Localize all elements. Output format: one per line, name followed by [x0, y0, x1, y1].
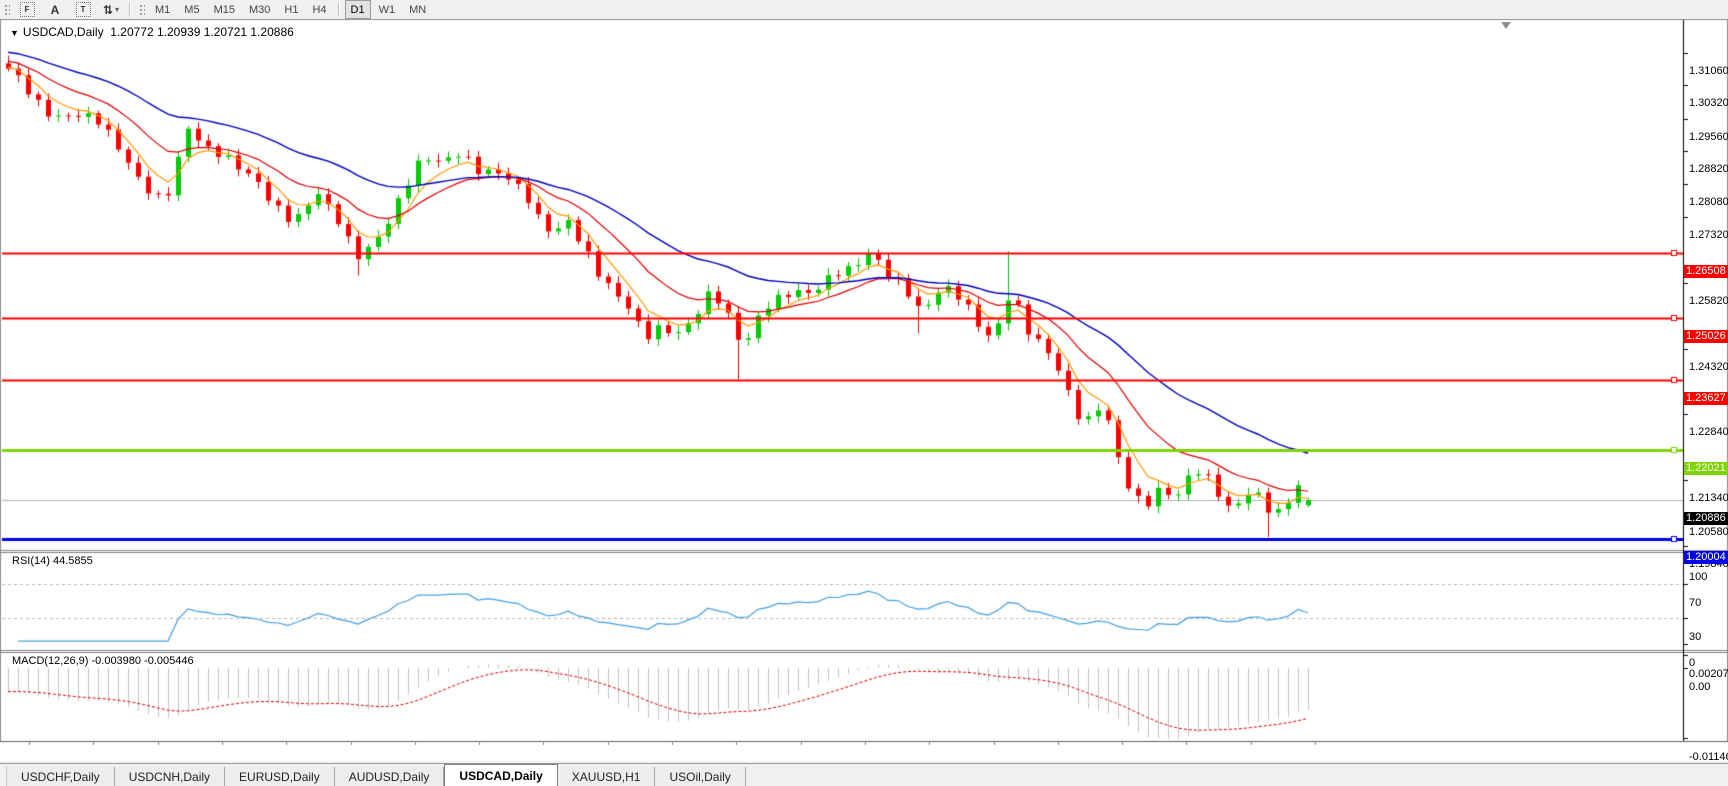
arrows-icon: ⇅ — [102, 2, 114, 17]
chart-tab-bar: USDCHF,Daily USDCNH,Daily EURUSD,Daily AUDU… — [0, 763, 1728, 786]
timeframe-button-m5[interactable]: M5 — [178, 0, 205, 19]
toolbar-separator — [129, 2, 131, 17]
tab-usdcad[interactable]: USDCAD,Daily — [444, 764, 558, 786]
chart-canvas[interactable] — [0, 19, 1728, 763]
tab-audusd[interactable]: AUDUSD,Daily — [334, 767, 445, 786]
fibonacci-button[interactable]: F — [13, 1, 41, 18]
tab-usdcnh[interactable]: USDCNH,Daily — [114, 767, 226, 786]
text-icon: A — [50, 2, 60, 17]
fibonacci-icon: F — [19, 2, 35, 17]
label-button[interactable]: T — [69, 1, 97, 18]
toolbar-grip — [138, 2, 145, 17]
timeframe-button-m1[interactable]: M1 — [149, 0, 176, 19]
dropdown-caret-icon[interactable]: ▾ — [115, 5, 119, 14]
timeframe-button-h4[interactable]: H4 — [306, 0, 332, 19]
chart-window: ▼ USDCAD,Daily 1.20772 1.20939 1.20721 1.… — [0, 19, 1728, 776]
toolbar-grip — [3, 2, 10, 17]
tab-usoil[interactable]: USOil,Daily — [655, 767, 746, 786]
timeframe-button-m30[interactable]: M30 — [243, 0, 276, 19]
tabbar-edge — [0, 766, 7, 786]
toolbar-separator — [337, 2, 340, 17]
tab-eurusd[interactable]: EURUSD,Daily — [225, 767, 335, 786]
tab-xauusd[interactable]: XAUUSD,H1 — [557, 767, 656, 786]
timeframe-button-h1[interactable]: H1 — [278, 0, 304, 19]
arrows-button[interactable]: ⇅ ▾ — [97, 1, 125, 18]
text-button[interactable]: A — [41, 1, 69, 18]
timeframe-button-w1[interactable]: W1 — [373, 0, 402, 19]
timeframe-button-mn[interactable]: MN — [403, 0, 432, 19]
timeframe-button-d1[interactable]: D1 — [344, 0, 371, 19]
timeframe-button-m15[interactable]: M15 — [208, 0, 241, 19]
top-toolbar: F A T ⇅ ▾ M1 M5 M15 M30 H1 H4 D1 W1 MN — [0, 0, 1728, 20]
tab-usdchf[interactable]: USDCHF,Daily — [7, 767, 115, 786]
label-icon: T — [75, 2, 91, 17]
